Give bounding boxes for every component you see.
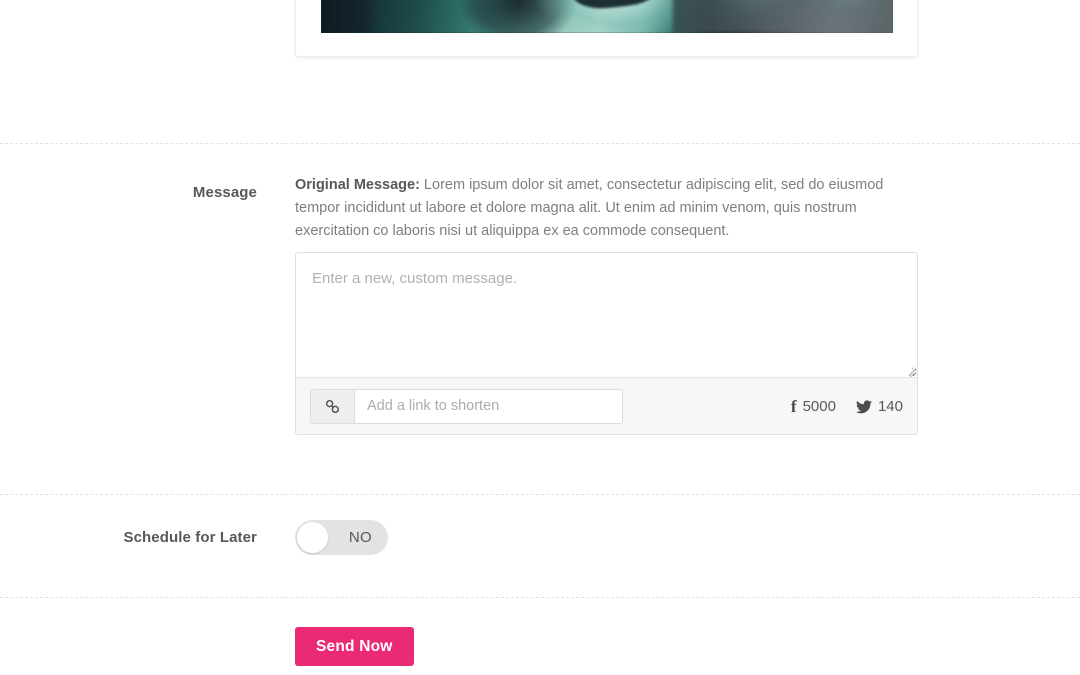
divider-above-message (0, 143, 1080, 144)
compose-post-form: Message Original Message: Lorem ipsum do… (0, 0, 1080, 675)
divider-above-actions (0, 597, 1080, 598)
post-preview-card (295, 0, 918, 57)
custom-message-input[interactable] (296, 253, 917, 377)
facebook-icon: f (790, 397, 797, 416)
schedule-label: Schedule for Later (123, 529, 257, 546)
twitter-counter-value: 140 (877, 398, 903, 415)
schedule-toggle-state: NO (348, 529, 372, 546)
facebook-counter: f 5000 (791, 398, 836, 415)
preview-image-background-blur (673, 0, 893, 33)
preview-image-shadow-left (321, 0, 377, 33)
message-composer: f 5000 140 (295, 252, 918, 435)
character-counters: f 5000 140 (791, 378, 903, 435)
preview-image (321, 0, 893, 33)
message-label: Message (192, 184, 257, 201)
schedule-toggle-knob (297, 522, 328, 553)
preview-card-row (0, 0, 1080, 58)
composer-footer: f 5000 140 (296, 377, 917, 434)
schedule-toggle[interactable]: NO (295, 520, 388, 555)
twitter-icon (855, 399, 872, 414)
send-now-button[interactable]: Send Now (295, 627, 414, 666)
link-shorten-input[interactable] (354, 388, 623, 424)
facebook-counter-value: 5000 (802, 398, 836, 415)
twitter-counter: 140 (855, 398, 903, 415)
original-message-prefix: Original Message: (295, 177, 420, 193)
divider-above-schedule (0, 494, 1080, 495)
link-shorten-group (310, 388, 623, 424)
link-icon (310, 388, 354, 424)
original-message-text: Original Message: Lorem ipsum dolor sit … (295, 174, 915, 243)
